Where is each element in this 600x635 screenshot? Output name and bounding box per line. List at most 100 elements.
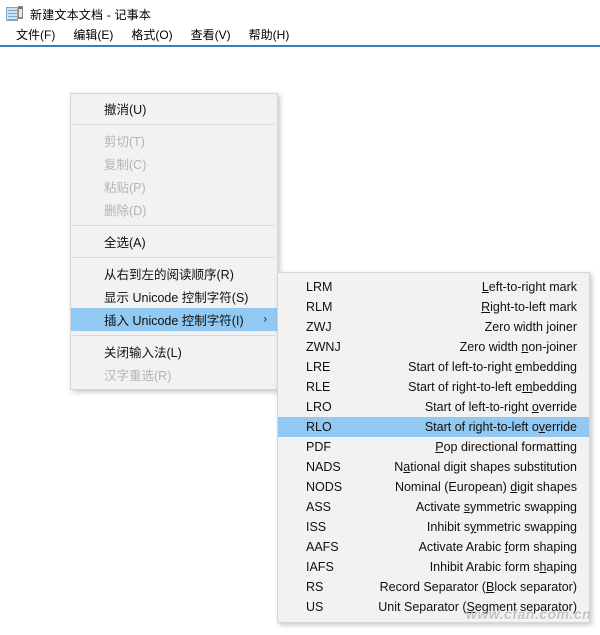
context-item-close-ime[interactable]: 关闭输入法(L) [71,340,277,363]
desc-suffix: op directional formatting [444,440,577,454]
submenu-item-description: Activate symmetric swapping [350,500,589,514]
desc-prefix: Start of right-to-left e [408,380,522,394]
submenu-item-code: PDF [278,440,350,454]
context-item-paste: 粘贴(P) [71,175,277,198]
submenu-item-nods[interactable]: NODSNominal (European) digit shapes [278,477,589,497]
submenu-item-description: Nominal (European) digit shapes [350,480,589,494]
desc-prefix: Start of left-to-right [408,360,515,374]
submenu-item-description: Left-to-right mark [350,280,589,294]
submenu-item-code: LRO [278,400,350,414]
desc-prefix: N [394,460,403,474]
desc-mnemonic: S [467,600,475,614]
submenu-item-zwj[interactable]: ZWJZero width joiner [278,317,589,337]
menu-edit[interactable]: 编辑(E) [65,25,123,44]
submenu-item-description: Inhibit Arabic form shaping [350,560,589,574]
submenu-item-us[interactable]: USUnit Separator (Segment separator) [278,597,589,617]
desc-mnemonic: R [481,300,490,314]
desc-suffix: on-joiner [528,340,577,354]
context-item-show-unicode-control-chars[interactable]: 显示 Unicode 控制字符(S) [71,285,277,308]
submenu-item-iafs[interactable]: IAFSInhibit Arabic form shaping [278,557,589,577]
submenu-item-code: NADS [278,460,350,474]
desc-suffix: aping [546,560,577,574]
context-item-delete: 删除(D) [71,198,277,221]
submenu-item-code: RLM [278,300,350,314]
submenu-item-description: Inhibit symmetric swapping [350,520,589,534]
menu-file[interactable]: 文件(F) [8,25,65,44]
context-item-reconvert: 汉字重选(R) [71,363,277,386]
submenu-item-aafs[interactable]: AAFSActivate Arabic form shaping [278,537,589,557]
desc-suffix: verride [539,400,577,414]
desc-suffix: egment separator) [475,600,577,614]
submenu-item-code: NODS [278,480,350,494]
submenu-item-rlm[interactable]: RLMRight-to-left mark [278,297,589,317]
context-separator [73,335,275,336]
desc-prefix: Inhibit s [427,520,470,534]
desc-suffix: erride [545,420,577,434]
submenu-item-rle[interactable]: RLEStart of right-to-left embedding [278,377,589,397]
desc-mnemonic: m [522,380,532,394]
submenu-item-code: IAFS [278,560,350,574]
submenu-item-rs[interactable]: RSRecord Separator (Block separator) [278,577,589,597]
desc-prefix: Nominal (European) [395,480,510,494]
submenu-item-code: RLO [278,420,350,434]
desc-prefix: Start of left-to-right [425,400,532,414]
desc-suffix: oiner [549,320,577,334]
submenu-item-code: ZWJ [278,320,350,334]
submenu-item-description: Start of right-to-left embedding [350,380,589,394]
desc-suffix: lock separator) [494,580,577,594]
desc-prefix: Activate Arabic [419,540,505,554]
context-item-select-all[interactable]: 全选(A) [71,230,277,253]
desc-suffix: mbedding [522,360,577,374]
desc-suffix: eft-to-right mark [489,280,577,294]
context-item-rtl-reading-order[interactable]: 从右到左的阅读顺序(R) [71,262,277,285]
submenu-item-code: ASS [278,500,350,514]
desc-prefix: Zero width [460,340,522,354]
context-item-label: 插入 Unicode 控制字符(I) [104,310,244,329]
context-item-undo[interactable]: 撤消(U) [71,97,277,120]
submenu-item-rlo[interactable]: RLOStart of right-to-left override [278,417,589,437]
desc-suffix: ight-to-left mark [490,300,577,314]
submenu-item-lro[interactable]: LRO Start of left-to-right override [278,397,589,417]
submenu-item-lrm[interactable]: LRMLeft-to-right mark [278,277,589,297]
desc-suffix: tional digit shapes substitution [410,460,577,474]
notepad-window: 新建文本文档 - 记事本 文件(F) 编辑(E) 格式(O) 查看(V) 帮助(… [0,0,600,635]
desc-suffix: igit shapes [517,480,577,494]
menu-help[interactable]: 帮助(H) [241,25,300,44]
submenu-item-pdf[interactable]: PDF Pop directional formatting [278,437,589,457]
window-title: 新建文本文档 - 记事本 [30,6,151,23]
submenu-item-description: Activate Arabic form shaping [350,540,589,554]
desc-suffix: bedding [533,380,578,394]
context-item-insert-unicode-control-chars[interactable]: 插入 Unicode 控制字符(I) › [71,308,277,331]
notepad-icon [5,5,23,23]
submenu-item-code: RLE [278,380,350,394]
submenu-item-description: Unit Separator (Segment separator) [350,600,589,614]
submenu-item-nads[interactable]: NADSNational digit shapes substitution [278,457,589,477]
submenu-item-lre[interactable]: LREStart of left-to-right embedding [278,357,589,377]
menu-format[interactable]: 格式(O) [123,25,182,44]
desc-prefix: Unit Separator ( [378,600,466,614]
context-menu: 撤消(U) 剪切(T) 复制(C) 粘贴(P) 删除(D) 全选(A) 从右到左… [70,93,278,390]
chevron-right-icon: › [263,314,267,325]
desc-mnemonic: o [532,400,539,414]
submenu-item-ass[interactable]: ASSActivate symmetric swapping [278,497,589,517]
submenu-item-zwnj[interactable]: ZWNJZero width non-joiner [278,337,589,357]
desc-mnemonic: L [482,280,489,294]
submenu-item-code: ZWNJ [278,340,350,354]
submenu-item-code: LRM [278,280,350,294]
desc-prefix: Activate [416,500,464,514]
menu-view[interactable]: 查看(V) [183,25,241,44]
submenu-item-code: US [278,600,350,614]
submenu-item-description: Zero width non-joiner [350,340,589,354]
desc-prefix: Zero width [485,320,547,334]
desc-prefix: Start of right-to-left o [425,420,539,434]
submenu-item-description: Start of left-to-right embedding [350,360,589,374]
context-item-copy: 复制(C) [71,152,277,175]
submenu-item-description: Zero width joiner [350,320,589,334]
desc-mnemonic: P [435,440,443,454]
context-separator [73,257,275,258]
submenu-item-description: Right-to-left mark [350,300,589,314]
submenu-item-iss[interactable]: ISSInhibit symmetric swapping [278,517,589,537]
context-separator [73,124,275,125]
desc-suffix: orm shaping [508,540,577,554]
menu-bar: 文件(F) 编辑(E) 格式(O) 查看(V) 帮助(H) [0,24,600,45]
